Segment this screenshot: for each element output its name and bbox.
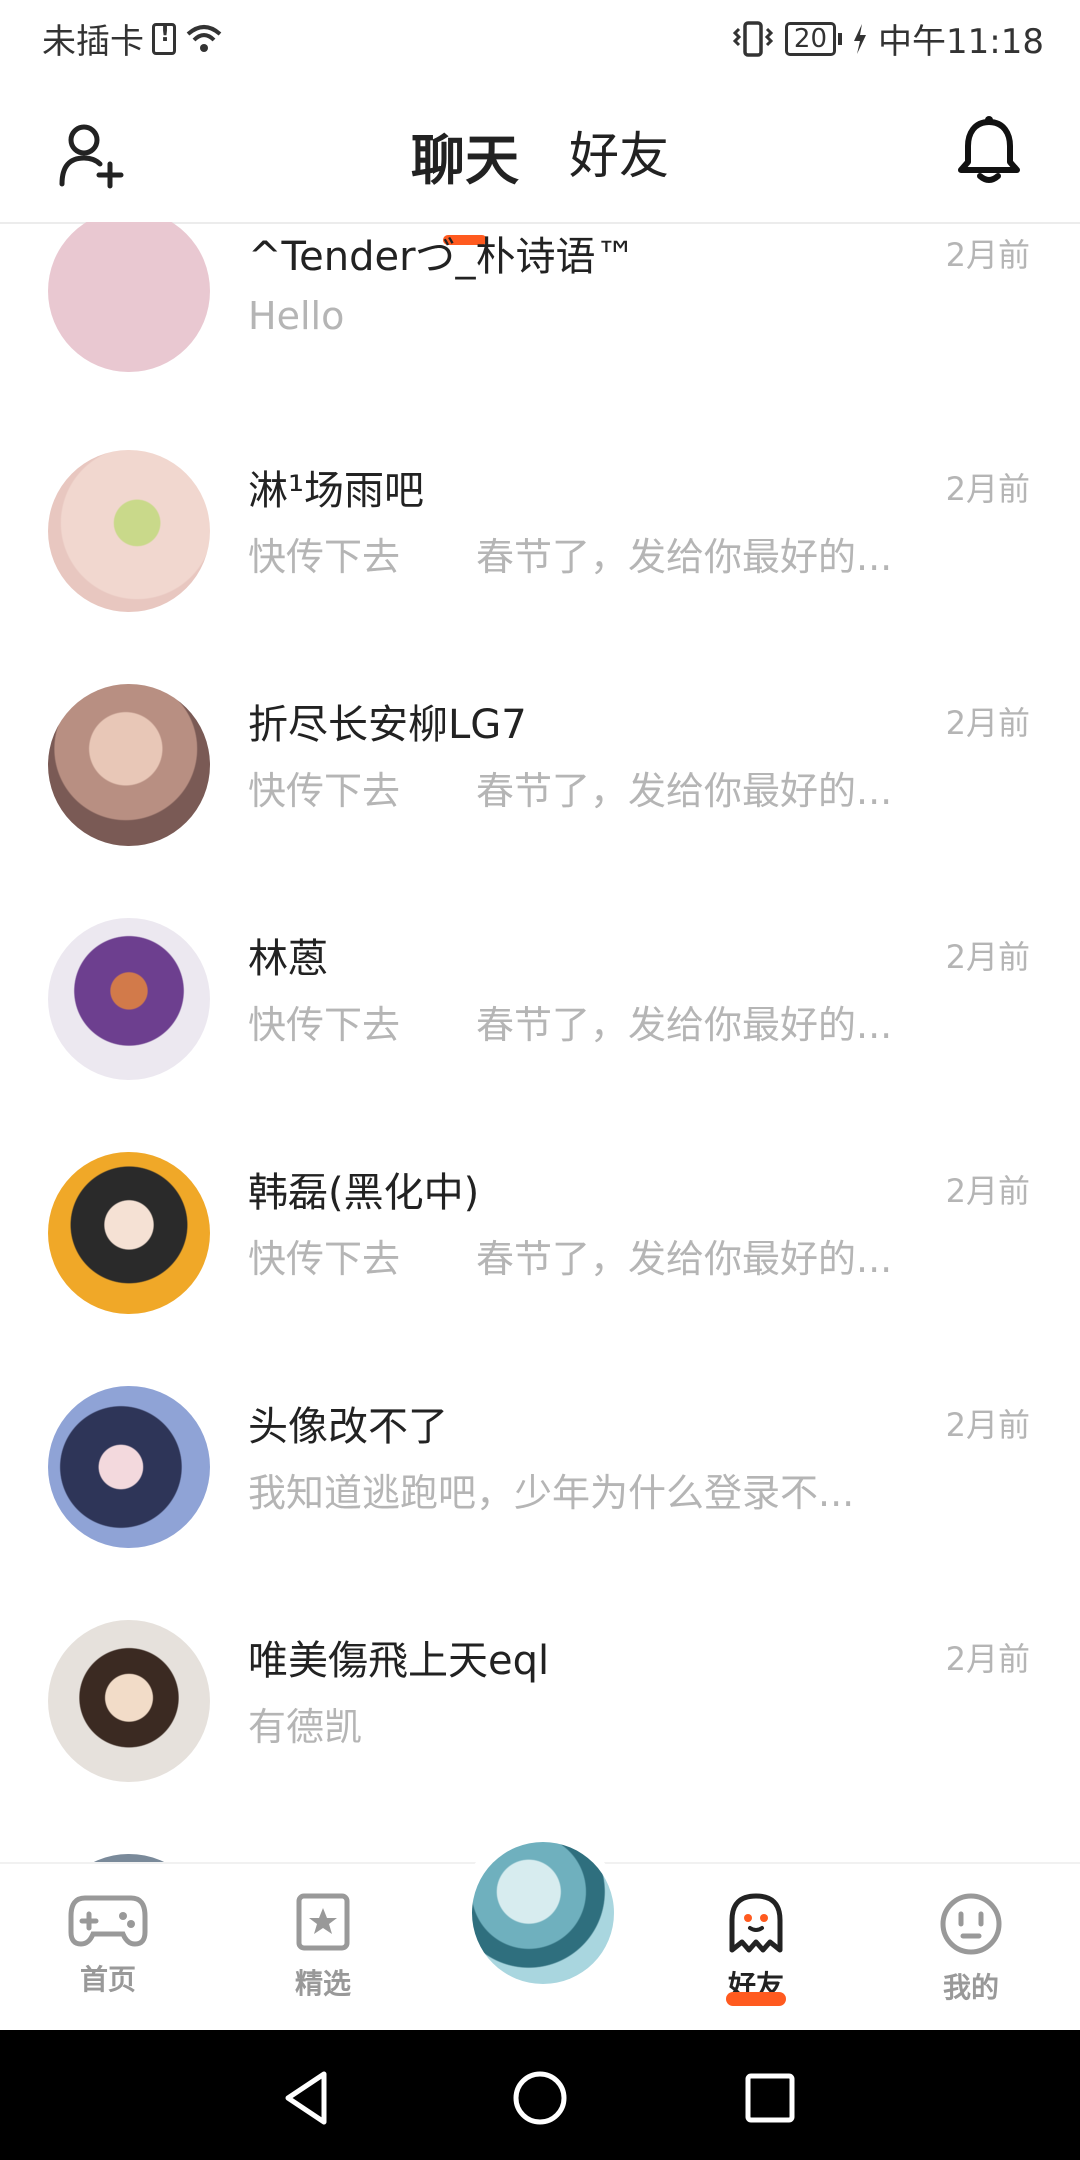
clock: 中午11:18 [878,22,1044,62]
chat-row[interactable]: 林蒽 快传下去 春节了，发给你最好的... 2月前 [0,918,1080,1152]
contact-name: 折尽长安柳LG7 [248,702,527,748]
active-tab-indicator [726,1992,786,2006]
tab-friends[interactable]: 好友 [569,116,669,195]
battery-icon: 20 [784,21,843,56]
contact-name: 唯美傷飛上天eql [248,1638,550,1684]
carrier-text: 未插卡 [42,22,144,62]
chat-row[interactable]: 韩磊(黑化中) 快传下去 春节了，发给你最好的... 2月前 [0,1152,1080,1386]
avatar [48,1152,210,1314]
avatar [48,1386,210,1548]
wifi-icon [186,24,222,52]
avatar [48,1854,210,1862]
last-message: 快传下去 春节了，发给你最好的... [248,1003,893,1047]
avatar [48,1620,210,1782]
nav-mine-label: 我的 [942,1971,999,2004]
chat-row[interactable]: ^Tenderづ_朴诗语™ Hello 2月前 [0,222,1080,450]
status-left: 未插卡 [42,14,224,63]
nav-featured-label: 精选 [294,1967,351,2000]
message-time: 2月前 [945,1640,1030,1678]
message-time: 2月前 [945,704,1030,742]
face-icon [940,1893,1002,1955]
chat-row[interactable]: 头像改不了 我知道逃跑吧，少年为什么登录不... 2月前 [0,1386,1080,1620]
avatar [48,222,210,372]
chat-row[interactable]: 唯美傷飛上天eql 有德凯 2月前 [0,1620,1080,1854]
nav-mine[interactable]: 我的 [911,1892,1031,2006]
message-time: 2月前 [945,236,1030,274]
nav-home[interactable]: 首页 [48,1892,168,1998]
vibrate-icon [732,20,774,57]
last-message: 快传下去 春节了，发给你最好的... [248,769,893,813]
avatar [48,684,210,846]
home-icon[interactable] [510,2068,570,2128]
last-message: 我知道逃跑吧，少年为什么登录不... [248,1471,855,1515]
contact-name: 韩磊(黑化中) [248,1170,480,1216]
nav-friends[interactable]: 好友 [696,1892,816,2006]
status-right: 20 中午11:18 [731,14,1044,63]
chat-row[interactable]: 折尽长安柳LG7 快传下去 春节了，发给你最好的... 2月前 [0,684,1080,918]
message-time: 2月前 [945,470,1030,508]
last-message: 快传下去 春节了，发给你最好的... [248,1237,893,1281]
ghost-icon [729,1893,783,1953]
last-message: 有德凯 [248,1705,363,1749]
system-nav-bar [0,2030,1080,2160]
tab-friends-label: 好友 [569,127,669,185]
charging-icon [854,23,867,54]
contact-name: 林蒽 [248,936,328,982]
battery-level: 20 [784,21,837,56]
contact-name: ^Tenderづ_朴诗语™ [248,234,636,280]
tab-chat[interactable]: 聊天 [411,116,519,245]
bottom-nav: 首页 精选 好友 我的 [0,1830,1080,2032]
nav-featured[interactable]: 精选 [263,1892,383,2002]
chat-row[interactable]: 淋¹场雨吧 快传下去 春节了，发给你最好的... 2月前 [0,450,1080,684]
top-header: 聊天 好友 [0,76,1080,245]
avatar [48,450,210,612]
gamepad-icon [68,1895,148,1947]
avatar [48,918,210,1080]
sim-alert-icon [152,22,176,55]
chat-tabs: 聊天 好友 [0,116,1080,245]
contact-name: 头像改不了 [248,1404,448,1450]
message-time: 2月前 [945,938,1030,976]
star-card-icon [296,1893,350,1951]
status-bar: 未插卡 20 中午11:18 [0,0,1080,76]
recents-icon[interactable] [740,2068,800,2128]
message-time: 2月前 [945,1172,1030,1210]
center-avatar-button[interactable] [472,1842,614,1984]
tab-chat-label: 聊天 [411,129,519,192]
message-time: 2月前 [945,1406,1030,1444]
chat-list: ^Tenderづ_朴诗语™ Hello 2月前 淋¹场雨吧 快传下去 春节了，发… [0,222,1080,1862]
last-message: 快传下去 春节了，发给你最好的... [248,535,893,579]
contact-name: 淋¹场雨吧 [248,468,425,514]
nav-home-label: 首页 [79,1963,136,1996]
last-message: Hello [248,294,345,338]
back-icon[interactable] [278,2068,338,2128]
bell-icon[interactable] [956,116,1022,186]
